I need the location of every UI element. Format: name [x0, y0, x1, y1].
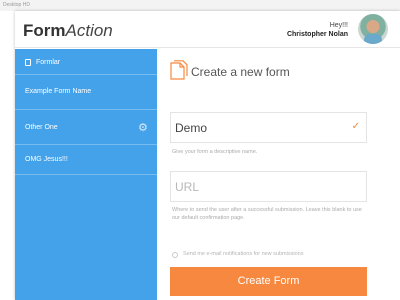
url-placeholder: URL [175, 180, 200, 194]
sidebar-item-label: Other One [25, 124, 58, 131]
sidebar: Formlar Example Form Name Other One ⚙ OM… [15, 49, 157, 300]
logo-text-bold: Form [23, 21, 66, 40]
sidebar-item-label: Example Form Name [25, 88, 92, 95]
greeting-text: Hey!!! [329, 22, 348, 29]
document-icon [25, 59, 31, 66]
sidebar-item-example-form[interactable]: Example Form Name [15, 75, 157, 110]
logo-text-italic: Action [65, 21, 113, 40]
avatar[interactable] [358, 14, 388, 44]
app-window: FormAction Hey!!! Christopher Nolan Form… [15, 11, 400, 300]
document-icon [170, 60, 188, 80]
artboard-label: Desktop HD [0, 0, 400, 11]
url-input[interactable]: URL [170, 171, 367, 202]
page-title: Create a new form [191, 65, 290, 79]
user-name[interactable]: Christopher Nolan [287, 30, 348, 39]
form-name-hint: Give your form a descriptive name. [172, 149, 258, 155]
sidebar-item-label: OMG Jesus!!! [25, 156, 68, 163]
form-name-input[interactable]: Demo ✓ [170, 112, 367, 143]
sidebar-item-omg-jesus[interactable]: OMG Jesus!!! [15, 145, 157, 175]
sidebar-item-other-one[interactable]: Other One ⚙ [15, 110, 157, 145]
form-name-value: Demo [175, 121, 208, 135]
notify-label[interactable]: Send me e-mail notifications for new sub… [183, 251, 303, 257]
check-icon: ✓ [351, 121, 360, 132]
main-content: Create a new form Demo ✓ Give your form … [157, 49, 400, 300]
user-greeting: Hey!!! Christopher Nolan [287, 21, 348, 39]
sidebar-item-label: Formlar [36, 59, 61, 66]
sidebar-item-formlar[interactable]: Formlar [15, 49, 157, 75]
url-hint: Where to send the user after a successfu… [172, 207, 362, 221]
notify-radio[interactable] [172, 252, 178, 258]
top-header: FormAction Hey!!! Christopher Nolan [15, 11, 400, 48]
app-logo[interactable]: FormAction [23, 21, 113, 41]
gear-icon[interactable]: ⚙ [138, 123, 149, 134]
create-form-button[interactable]: Create Form [170, 267, 367, 296]
